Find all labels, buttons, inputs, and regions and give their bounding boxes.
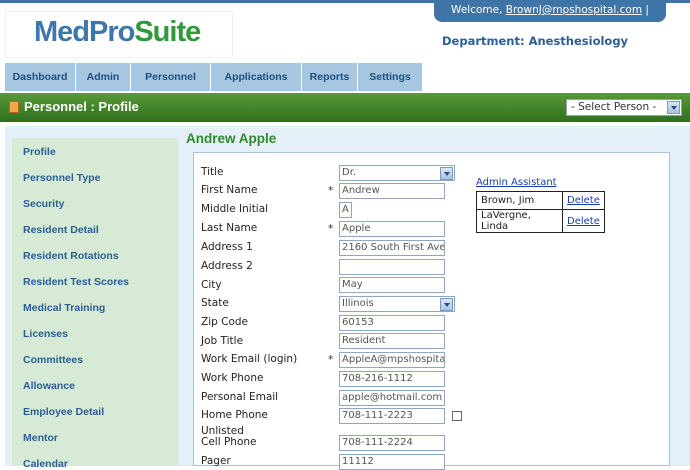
select-person-dropdown[interactable]: - Select Person - xyxy=(566,99,682,116)
sidebar-item-licenses[interactable]: Licenses xyxy=(23,328,68,340)
work-email-field[interactable]: AppleA@mpshospital.com xyxy=(339,352,445,368)
sidebar-item-medical-training[interactable]: Medical Training xyxy=(23,302,105,314)
admin-assistant-table: Brown, Jim Delete LaVergne, Linda Delete xyxy=(476,191,605,233)
title-select[interactable]: Dr. xyxy=(339,165,455,181)
last-name-label: Last Name xyxy=(201,222,258,234)
select-person-value: - Select Person - xyxy=(571,101,657,113)
sidebar-item-personnel-type[interactable]: Personnel Type xyxy=(23,172,100,184)
welcome-text: Welcome, xyxy=(451,4,503,16)
sidebar-item-resident-rotations[interactable]: Resident Rotations xyxy=(23,250,119,262)
work-phone-label: Work Phone xyxy=(201,372,264,384)
tab-dashboard[interactable]: Dashboard xyxy=(5,63,76,91)
address1-field[interactable]: 2160 South First Avenue xyxy=(339,240,445,256)
state-label: State xyxy=(201,297,229,309)
main-nav: Dashboard Admin Personnel Applications R… xyxy=(5,63,423,91)
cell-phone-field[interactable]: 708-111-2224 xyxy=(339,435,445,451)
pager-label: Pager xyxy=(201,455,231,467)
sidebar: Profile Personnel Type Security Resident… xyxy=(12,138,178,470)
zip-field[interactable]: 60153 xyxy=(339,315,445,331)
sidebar-item-resident-test-scores[interactable]: Resident Test Scores xyxy=(23,276,129,288)
sidebar-item-allowance[interactable]: Allowance xyxy=(23,380,75,392)
zip-label: Zip Code xyxy=(201,316,248,328)
city-label: City xyxy=(201,279,222,291)
unlisted-checkbox[interactable] xyxy=(452,411,462,421)
logo-box: MedProSuite xyxy=(5,11,233,58)
address2-field[interactable] xyxy=(339,259,445,275)
address2-label: Address 2 xyxy=(201,260,253,272)
chevron-down-icon xyxy=(667,101,680,114)
assistant-name: LaVergne, Linda xyxy=(476,209,563,233)
chevron-down-icon xyxy=(440,167,453,180)
cell-phone-label: Cell Phone xyxy=(201,436,257,448)
table-row: LaVergne, Linda Delete xyxy=(476,209,605,233)
home-phone-label: Home Phone xyxy=(201,409,268,421)
chevron-down-icon xyxy=(440,298,453,311)
job-title-field[interactable]: Resident xyxy=(339,333,445,349)
department-label: Department: Anesthesiology xyxy=(442,34,629,48)
job-title-label: Job Title xyxy=(201,335,244,347)
tab-admin[interactable]: Admin xyxy=(76,63,131,91)
tab-personnel[interactable]: Personnel xyxy=(131,63,211,91)
first-name-field[interactable]: Andrew xyxy=(339,183,445,199)
table-row: Brown, Jim Delete xyxy=(476,191,605,210)
tab-settings[interactable]: Settings xyxy=(358,63,423,91)
sidebar-item-calendar[interactable]: Calendar xyxy=(23,458,68,470)
user-email-link[interactable]: BrownJ@mpshospital.com xyxy=(506,4,642,16)
title-select-value: Dr. xyxy=(342,167,357,178)
page-title: Personnel : Profile xyxy=(24,99,139,114)
address1-label: Address 1 xyxy=(201,241,253,253)
header: MedProSuite Welcome, BrownJ@mpshospital.… xyxy=(0,0,690,62)
sidebar-item-profile[interactable]: Profile xyxy=(23,146,56,158)
separator: | xyxy=(645,4,649,16)
middle-initial-field[interactable]: A xyxy=(339,202,352,218)
last-name-field[interactable]: Apple xyxy=(339,221,445,237)
required-marker: * xyxy=(328,185,334,197)
state-select-value: Illinois xyxy=(342,298,374,309)
tab-applications[interactable]: Applications xyxy=(211,63,302,91)
sidebar-item-resident-detail[interactable]: Resident Detail xyxy=(23,224,99,236)
required-marker: * xyxy=(328,223,334,235)
required-marker: * xyxy=(328,354,334,366)
sidebar-item-committees[interactable]: Committees xyxy=(23,354,83,366)
home-phone-field[interactable]: 708-111-2223 xyxy=(339,408,445,424)
tab-reports[interactable]: Reports xyxy=(302,63,358,91)
work-phone-field[interactable]: 708-216-1112 xyxy=(339,371,445,387)
personal-email-field[interactable]: apple@hotmail.com xyxy=(339,390,445,406)
middle-initial-label: Middle Initial xyxy=(201,203,269,215)
first-name-label: First Name xyxy=(201,184,258,196)
admin-assistant-link[interactable]: Admin Assistant xyxy=(476,177,557,188)
sidebar-item-security[interactable]: Security xyxy=(23,198,64,210)
personal-email-label: Personal Email xyxy=(201,391,279,403)
sidebar-item-employee-detail[interactable]: Employee Detail xyxy=(23,406,104,418)
logo: MedProSuite xyxy=(34,16,201,48)
city-field[interactable]: May xyxy=(339,277,445,293)
delete-link[interactable]: Delete xyxy=(562,191,605,210)
delete-link[interactable]: Delete xyxy=(562,209,605,233)
assistant-name: Brown, Jim xyxy=(476,191,563,210)
work-email-label: Work Email (login) xyxy=(201,353,298,365)
sidebar-item-mentor[interactable]: Mentor xyxy=(23,432,58,444)
welcome-bar: Welcome, BrownJ@mpshospital.com | Logout xyxy=(434,0,666,37)
person-name-heading: Andrew Apple xyxy=(186,131,277,146)
pager-field[interactable]: 11112 xyxy=(339,454,445,470)
profile-page-icon xyxy=(9,101,19,113)
title-label: Title xyxy=(201,166,224,178)
state-select[interactable]: Illinois xyxy=(339,296,455,312)
